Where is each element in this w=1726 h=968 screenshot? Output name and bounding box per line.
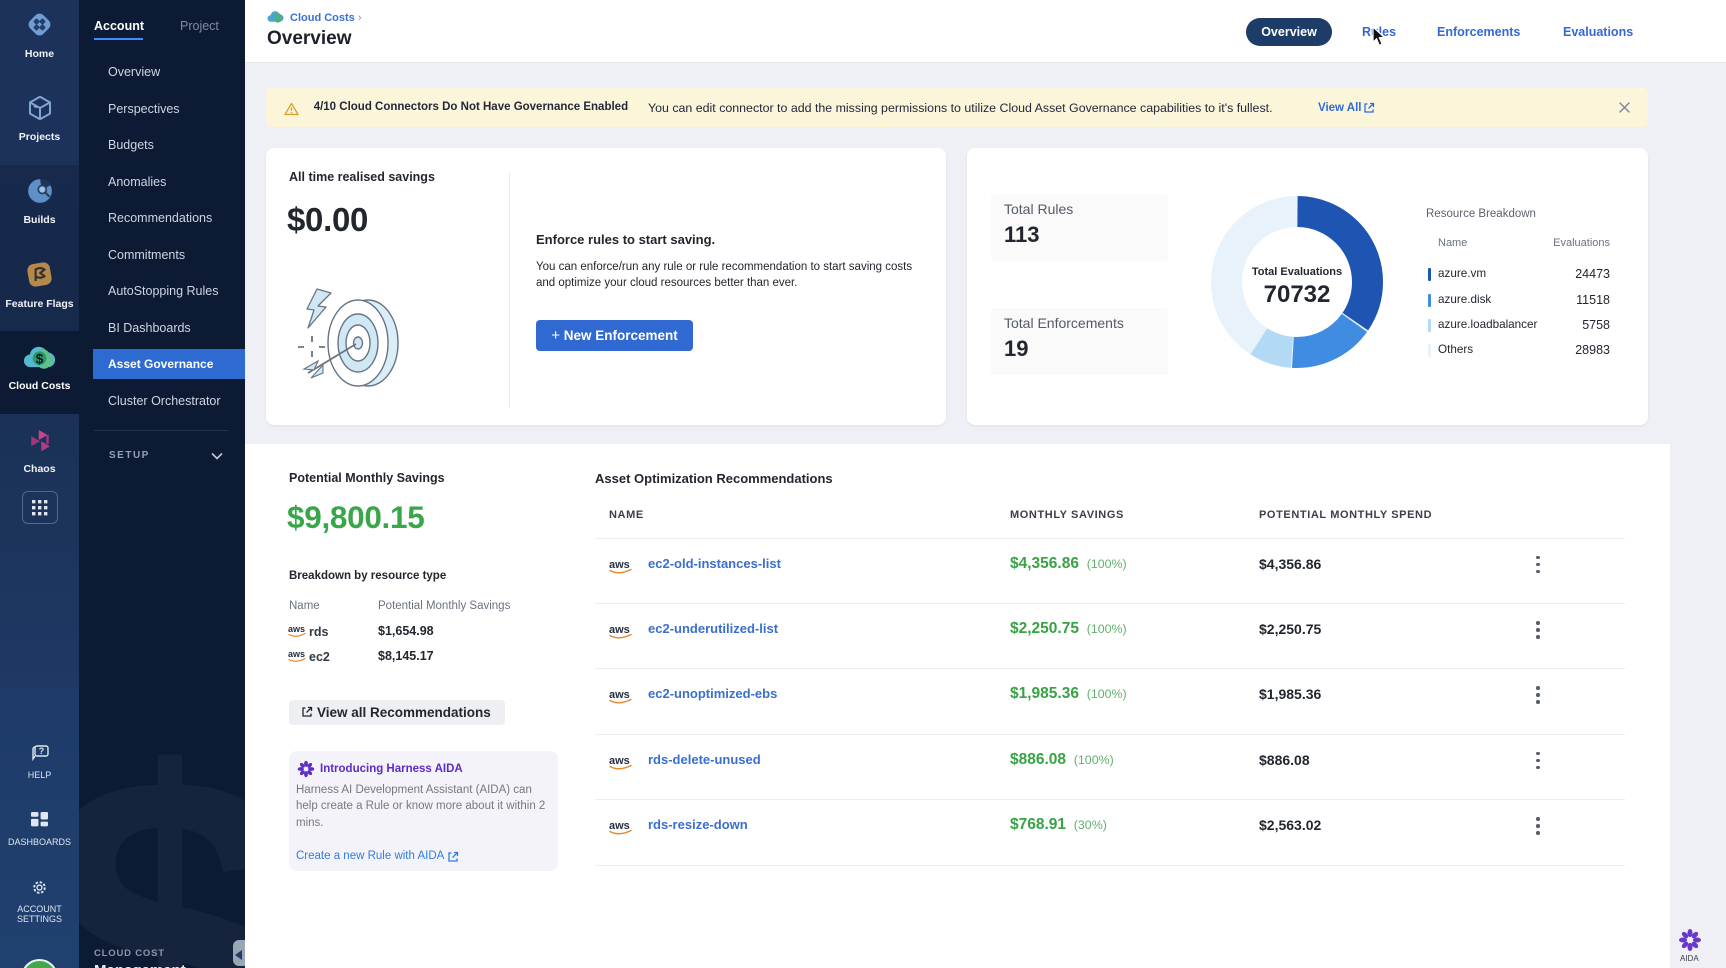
- svg-text:?: ?: [38, 746, 44, 756]
- svg-text:aws: aws: [609, 820, 630, 832]
- svg-text:aws: aws: [609, 755, 630, 767]
- svg-text:aws: aws: [288, 624, 305, 634]
- svg-text:aws: aws: [609, 689, 630, 701]
- svg-text:$: $: [36, 350, 44, 366]
- svg-text:aws: aws: [288, 649, 305, 659]
- svg-text:aws: aws: [609, 559, 630, 571]
- svg-text:aws: aws: [609, 624, 630, 636]
